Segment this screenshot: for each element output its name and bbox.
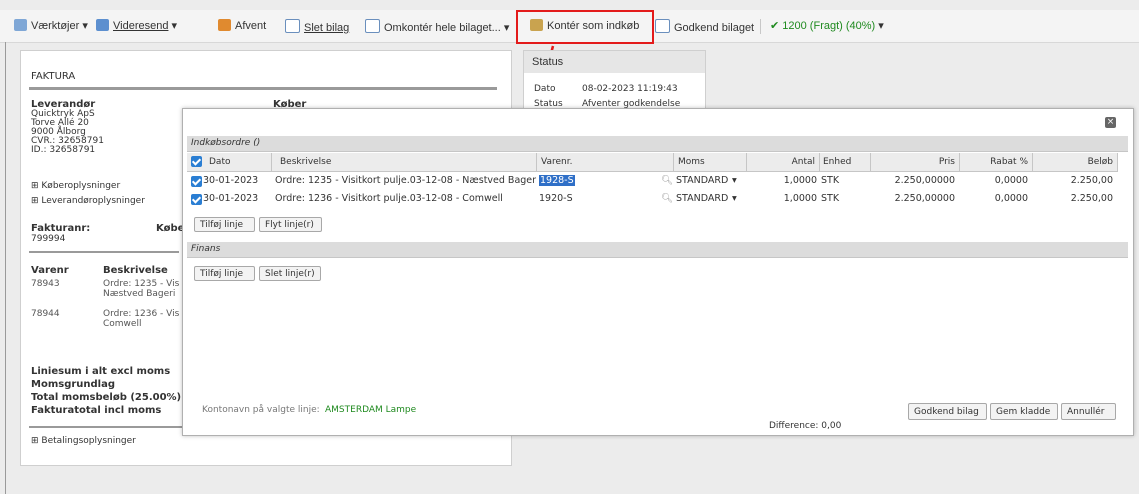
col-description[interactable]: Beskrivelse [272, 153, 537, 172]
row-checkbox[interactable] [191, 176, 202, 187]
delete-lines-button[interactable]: Slet linje(r) [259, 266, 321, 281]
posting-dialog: × Indkøbsordre () Dato Beskrivelse Varen… [182, 108, 1134, 436]
divider [760, 19, 761, 34]
row-amount: 2.250,00 [1070, 193, 1113, 204]
row-discount[interactable]: 0,0000 [960, 172, 1030, 189]
payment-info-toggle[interactable]: ⊞ Betalingsoplysninger [31, 436, 136, 446]
row-qty[interactable]: 1,0000 [747, 172, 819, 189]
line-description: Ordre: 1235 - Vis Næstved Bageri [103, 279, 180, 299]
tools-menu[interactable]: Værktøjer ▾ [14, 19, 88, 32]
line-itemno: 78944 [31, 309, 60, 319]
add-line-button[interactable]: Tilføj linje [194, 266, 255, 281]
divider [29, 426, 189, 428]
highlight-box [516, 10, 654, 44]
row-amount: 2.250,00 [1070, 175, 1113, 186]
row-unit: STK [821, 175, 840, 186]
chevron-down-icon: ▾ [82, 20, 88, 32]
delete-button[interactable]: Slet bilag [285, 19, 349, 34]
status-date-label: Dato [534, 84, 556, 94]
invoice-total-label: Fakturatotal incl moms [31, 405, 162, 416]
chevron-down-icon: ▾ [503, 22, 510, 34]
col-amount[interactable]: Beløb [1033, 153, 1118, 172]
reassign-icon [365, 19, 380, 33]
search-icon[interactable]: 🔍︎ [661, 193, 673, 204]
status-header: Status [524, 51, 705, 73]
row-date: 30-01-2023 [203, 193, 259, 204]
row-unit: STK [821, 193, 840, 204]
buyer-info-toggle[interactable]: ⊞ Køberoplysninger [31, 181, 120, 191]
col-itemno: Varenr [31, 265, 69, 276]
cancel-button[interactable]: Annullér [1061, 403, 1116, 420]
reassign-button[interactable]: Omkontér hele bilaget... ▾ [365, 19, 509, 34]
supplier-info-toggle[interactable]: ⊞ Leverandøroplysninger [31, 196, 145, 206]
vat-basis-label: Momsgrundlag [31, 379, 116, 390]
col-description: Beskrivelse [103, 265, 168, 276]
row-discount[interactable]: 0,0000 [960, 190, 1030, 207]
chevron-down-icon: ▾ [732, 193, 737, 204]
divider [29, 87, 497, 90]
account-name-value: AMSTERDAM Lampe [325, 405, 417, 415]
delete-icon [285, 19, 300, 33]
approve-icon [655, 19, 670, 33]
close-icon[interactable]: × [1105, 117, 1116, 128]
col-qty[interactable]: Antal [747, 153, 820, 172]
row-date: 30-01-2023 [203, 175, 259, 186]
col-vat[interactable]: Moms [674, 153, 747, 172]
chevron-down-icon: ▾ [878, 20, 884, 32]
row-description[interactable]: Ordre: 1236 - Visitkort pulje.03-12-08 -… [275, 190, 535, 207]
approve-voucher-button[interactable]: Godkend bilag [908, 403, 987, 420]
tools-icon [14, 19, 27, 31]
postpone-button[interactable]: Afvent [218, 19, 266, 32]
difference-value: Difference: 0,00 [769, 421, 842, 431]
status-date-value: 08-02-2023 11:19:43 [582, 84, 678, 94]
row-price[interactable]: 2.250,00000 [871, 172, 957, 189]
col-unit[interactable]: Enhed [820, 153, 871, 172]
invoice-title: FAKTURA [31, 71, 76, 82]
left-divider [5, 42, 6, 494]
grid-header: Dato Beskrivelse Varenr. Moms Antal Enhe… [187, 153, 1128, 172]
row-itemno-input[interactable]: 1928-S 🔍︎ [539, 172, 673, 189]
account-name-label: Kontonavn på valgte linje: [202, 405, 320, 415]
forward-icon [96, 19, 109, 31]
col-date[interactable]: Dato [187, 153, 272, 172]
freight-select[interactable]: ✔ 1200 (Fragt) (40%) ▾ [770, 19, 884, 32]
status-panel: Status Dato 08-02-2023 11:19:43 Status A… [523, 50, 706, 110]
save-draft-button[interactable]: Gem kladde [990, 403, 1058, 420]
row-vat-select[interactable]: STANDARD ▾ [676, 172, 744, 189]
approve-button[interactable]: Godkend bilaget [655, 19, 754, 34]
postpone-icon [218, 19, 231, 31]
line-description: Ordre: 1236 - Vis Comwell [103, 309, 180, 329]
row-description[interactable]: Ordre: 1235 - Visitkort pulje.03-12-08 -… [275, 172, 536, 189]
invoice-number: 799994 [31, 234, 66, 244]
add-line-button[interactable]: Tilføj linje [194, 217, 255, 232]
forward-button[interactable]: Videresend ▾ [96, 19, 177, 32]
search-icon[interactable]: 🔍︎ [661, 175, 673, 186]
row-itemno-input[interactable]: 1920-S 🔍︎ [539, 190, 673, 207]
buyer-short-label: Købe [156, 223, 185, 234]
total-vat-label: Total momsbeløb (25.00%) [31, 392, 182, 403]
move-lines-button[interactable]: Flyt linje(r) [259, 217, 322, 232]
table-row[interactable]: 30-01-2023 Ordre: 1236 - Visitkort pulje… [187, 190, 1128, 208]
chevron-down-icon: ▾ [171, 20, 178, 32]
select-all-checkbox[interactable] [191, 156, 202, 167]
total-excl-vat-label: Liniesum i alt excl moms [31, 366, 171, 377]
divider [29, 251, 179, 253]
checkmark-icon: ✔ [770, 20, 780, 32]
col-price[interactable]: Pris [871, 153, 960, 172]
row-vat-select[interactable]: STANDARD ▾ [676, 190, 744, 207]
col-discount[interactable]: Rabat % [960, 153, 1033, 172]
col-itemno[interactable]: Varenr. [537, 153, 674, 172]
row-qty[interactable]: 1,0000 [747, 190, 819, 207]
row-price[interactable]: 2.250,00000 [871, 190, 957, 207]
row-checkbox[interactable] [191, 194, 202, 205]
chevron-down-icon: ▾ [732, 175, 737, 186]
line-itemno: 78943 [31, 279, 60, 289]
invoice-number-label: Fakturanr: [31, 223, 91, 234]
table-row[interactable]: 30-01-2023 Ordre: 1235 - Visitkort pulje… [187, 172, 1128, 190]
supplier-address: Quicktryk ApS Torve Allé 20 9000 Ålborg … [31, 109, 104, 155]
finance-section: Finans [187, 242, 1128, 258]
purchase-order-section: Indkøbsordre () [187, 136, 1128, 152]
